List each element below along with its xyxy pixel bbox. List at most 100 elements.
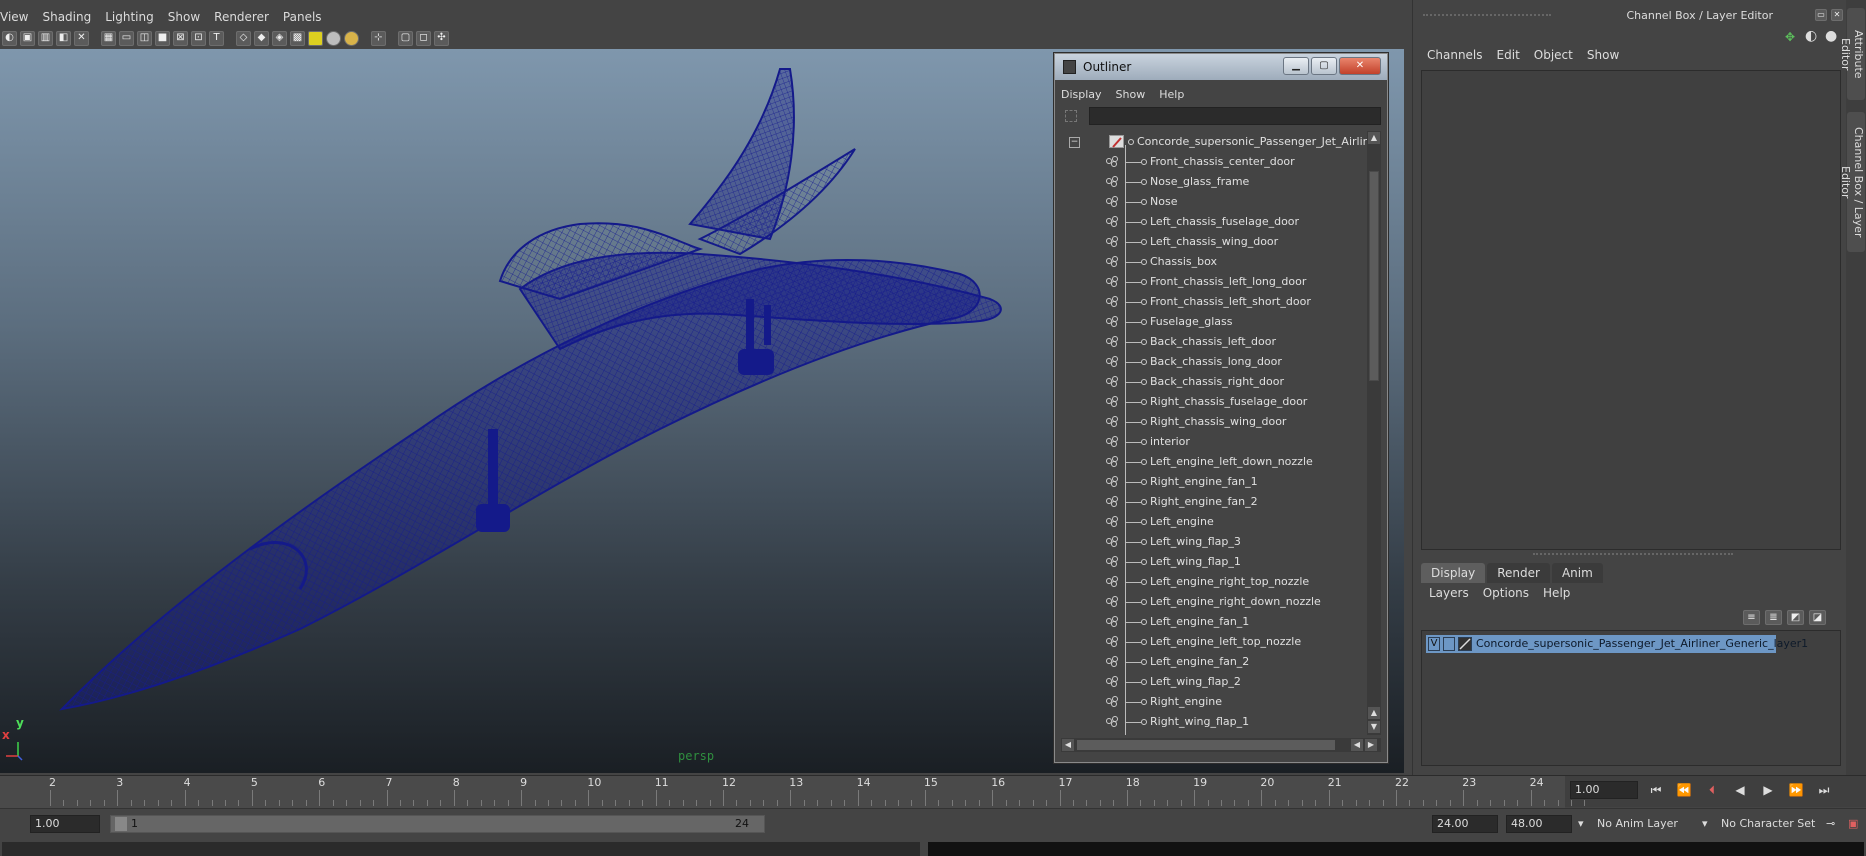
outliner-horizontal-scrollbar[interactable]: ◀ ◀ ▶ <box>1061 738 1381 752</box>
move-layer-down-icon[interactable]: ≣ <box>1765 610 1782 625</box>
safe-title-icon[interactable]: T <box>209 30 224 46</box>
help-menu[interactable]: Help <box>1543 586 1570 600</box>
high-quality-icon[interactable] <box>344 30 359 46</box>
tree-item[interactable]: Front_chassis_center_door <box>1061 152 1373 172</box>
isolate-select-icon[interactable]: ⊹ <box>371 30 386 46</box>
character-set-dropdown[interactable]: No Character Set <box>1721 815 1815 833</box>
menu-panels[interactable]: Panels <box>283 8 334 26</box>
tree-item[interactable]: Nose_glass_frame <box>1061 172 1373 192</box>
anim-layer-dropdown[interactable]: No Anim Layer <box>1597 815 1678 833</box>
image-plane-icon[interactable]: ◧ <box>56 30 71 46</box>
tree-item[interactable]: Left_engine_fan_1 <box>1061 612 1373 632</box>
tree-item[interactable]: Left_wing_flap_3 <box>1061 532 1373 552</box>
close-button[interactable]: ✕ <box>1339 57 1381 75</box>
range-slider-handle[interactable] <box>115 817 127 831</box>
step-back-frame-icon[interactable]: ⏴ <box>1701 780 1723 800</box>
float-panel-icon[interactable]: ▭ <box>1815 9 1827 21</box>
outliner-menu-display[interactable]: Display <box>1061 86 1102 104</box>
go-to-end-icon[interactable]: ⏭ <box>1813 780 1835 800</box>
channel-box-area[interactable] <box>1421 70 1841 550</box>
resolution-gate-icon[interactable]: ◫ <box>137 30 152 46</box>
tree-item[interactable]: Right_chassis_wing_door <box>1061 412 1373 432</box>
tab-render[interactable]: Render <box>1487 563 1550 583</box>
auto-key-icon[interactable]: ▣ <box>1848 815 1858 833</box>
menu-view[interactable]: View <box>0 8 40 26</box>
outliner-filter-input[interactable] <box>1089 107 1381 125</box>
field-chart-icon[interactable]: ⊠ <box>173 30 188 46</box>
wireframe-icon[interactable]: ◇ <box>236 30 251 46</box>
menu-lighting[interactable]: Lighting <box>105 8 166 26</box>
menu-renderer[interactable]: Renderer <box>214 8 281 26</box>
gate-mask-icon[interactable]: ■ <box>155 30 170 46</box>
move-layer-up-icon[interactable]: ≡ <box>1743 610 1760 625</box>
chevron-down-icon[interactable]: ▾ <box>1702 815 1714 833</box>
panel-splitter[interactable] <box>1533 553 1733 556</box>
menu-show[interactable]: Show <box>168 8 212 26</box>
total-end-field[interactable]: 48.00 <box>1506 815 1572 833</box>
tree-root-item[interactable]: − Concorde_supersonic_Passenger_Jet_Airl… <box>1061 132 1373 152</box>
tree-item[interactable]: Left_engine_left_top_nozzle <box>1061 632 1373 652</box>
scroll-left-icon[interactable]: ◀ <box>1351 739 1363 751</box>
tree-item[interactable]: Left_wing_flap_1 <box>1061 552 1373 572</box>
layer-color-swatch[interactable] <box>1458 637 1472 651</box>
edit-menu[interactable]: Edit <box>1497 48 1520 62</box>
tree-item[interactable]: Front_chassis_left_long_door <box>1061 272 1373 292</box>
step-forward-key-icon[interactable]: ⏩ <box>1785 780 1807 800</box>
tree-item[interactable]: Left_engine_fan_2 <box>1061 652 1373 672</box>
current-frame-field[interactable]: 1.00 <box>1570 781 1638 799</box>
outliner-vertical-scrollbar[interactable]: ▲ ▲ ▼ <box>1367 131 1381 735</box>
play-forwards-icon[interactable]: ▶ <box>1757 780 1779 800</box>
tree-item[interactable]: Chassis_box <box>1061 252 1373 272</box>
range-end-field[interactable]: 24.00 <box>1432 815 1498 833</box>
select-camera-icon[interactable]: ◐ <box>2 30 17 46</box>
time-slider[interactable]: 2 3 4 5 6 7 8 9 10 11 12 13 14 15 16 17 18 19 20 21 22 23 24 1… <box>0 775 1866 808</box>
use-all-lights-icon[interactable] <box>308 30 323 46</box>
close-panel-icon[interactable]: ✕ <box>1831 9 1843 21</box>
object-menu[interactable]: Object <box>1534 48 1573 62</box>
camera-attributes-icon[interactable]: ▣ <box>20 30 35 46</box>
tree-item[interactable]: Front_chassis_left_short_door <box>1061 292 1373 312</box>
scroll-up-icon[interactable]: ▲ <box>1368 707 1380 719</box>
grid-icon[interactable]: ▦ <box>101 30 116 46</box>
tree-item[interactable]: Right_engine <box>1061 692 1373 712</box>
layer-visibility-toggle[interactable]: V <box>1428 637 1440 651</box>
tree-item[interactable]: Left_engine_right_top_nozzle <box>1061 572 1373 592</box>
layer-playback-toggle[interactable] <box>1443 637 1455 651</box>
step-back-key-icon[interactable]: ⏪ <box>1673 780 1695 800</box>
tree-item[interactable]: Left_chassis_fuselage_door <box>1061 212 1373 232</box>
tree-item[interactable]: Nose <box>1061 192 1373 212</box>
new-empty-layer-icon[interactable]: ◩ <box>1787 610 1804 625</box>
textured-icon[interactable]: ▩ <box>290 30 305 46</box>
film-gate-icon[interactable]: ▭ <box>119 30 134 46</box>
go-to-start-icon[interactable]: ⏮ <box>1645 780 1667 800</box>
sphere-icon[interactable]: ● <box>1825 28 1837 44</box>
tree-item[interactable]: Left_engine_left_down_nozzle <box>1061 452 1373 472</box>
tree-item[interactable]: Right_chassis_fuselage_door <box>1061 392 1373 412</box>
scroll-thumb[interactable] <box>1369 171 1379 381</box>
key-icon[interactable]: ⊸ <box>1826 815 1835 833</box>
scroll-right-icon[interactable]: ▶ <box>1365 739 1377 751</box>
scroll-left-icon[interactable]: ◀ <box>1062 739 1074 751</box>
smooth-shade-icon[interactable]: ◆ <box>254 30 269 46</box>
tree-item[interactable]: Back_chassis_left_door <box>1061 332 1373 352</box>
outliner-menu-show[interactable]: Show <box>1116 86 1146 104</box>
time-ruler[interactable]: 2 3 4 5 6 7 8 9 10 11 12 13 14 15 16 17 18 19 20 21 22 23 24 <box>0 776 1586 808</box>
scroll-down-icon[interactable]: ▼ <box>1368 721 1380 733</box>
tab-channel-box-layer-editor[interactable]: Channel Box / Layer Editor <box>1839 112 1865 252</box>
tree-item[interactable]: Back_chassis_long_door <box>1061 352 1373 372</box>
show-menu[interactable]: Show <box>1587 48 1619 62</box>
twod-pan-zoom-icon[interactable]: ✕ <box>74 30 89 46</box>
shadows-icon[interactable] <box>326 30 341 46</box>
tree-item[interactable]: Right_engine_fan_1 <box>1061 472 1373 492</box>
wireframe-on-shaded-icon[interactable]: ◈ <box>272 30 287 46</box>
tree-item[interactable]: Right_engine_fan_2 <box>1061 492 1373 512</box>
xray-components-icon[interactable]: ✣ <box>434 30 449 46</box>
safe-action-icon[interactable]: ⊡ <box>191 30 206 46</box>
scroll-thumb[interactable] <box>1077 740 1335 750</box>
new-layer-selected-icon[interactable]: ◪ <box>1809 610 1826 625</box>
maximize-button[interactable]: ▢ <box>1311 57 1337 75</box>
range-slider[interactable]: 1 24 <box>110 815 765 833</box>
outliner-titlebar[interactable]: Outliner ▁ ▢ ✕ <box>1055 54 1387 80</box>
tab-attribute-editor[interactable]: Attribute Editor <box>1839 8 1865 100</box>
outliner-menu-help[interactable]: Help <box>1159 86 1184 104</box>
